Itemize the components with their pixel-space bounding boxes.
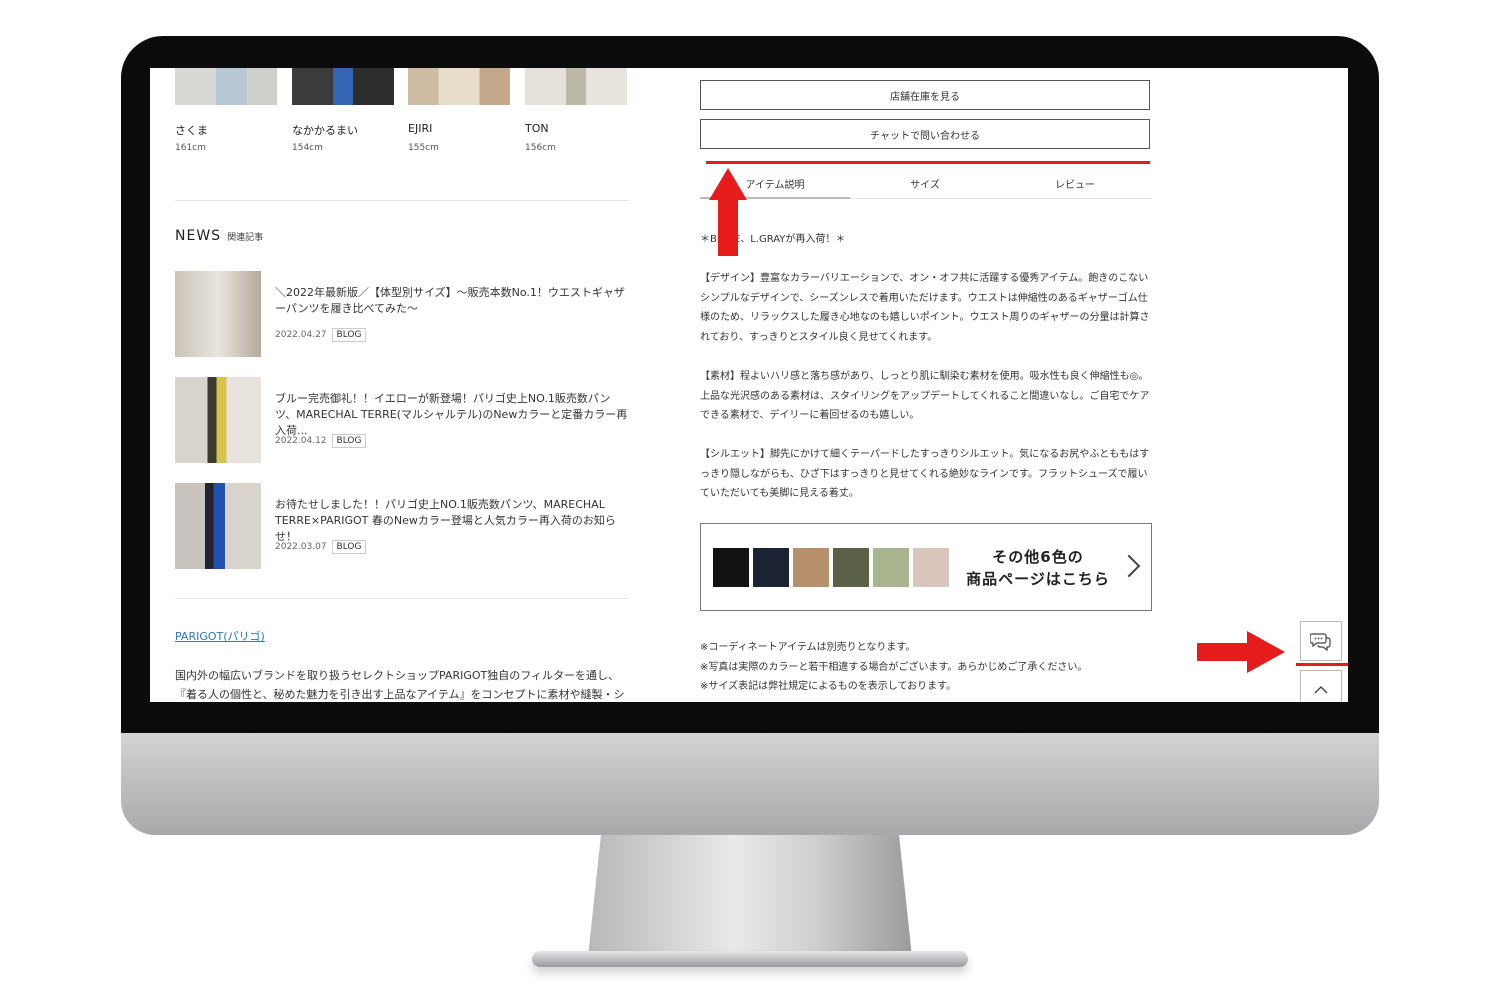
article-title[interactable]: ＼2022年最新版／【体型別サイズ】〜販売本数No.1！ウエストギャザーパンツを… bbox=[275, 285, 630, 317]
product-tabs: アイテム説明 サイズ レビュー bbox=[700, 168, 1152, 199]
divider bbox=[175, 200, 628, 201]
model-photo bbox=[408, 68, 510, 105]
chat-bubbles-icon bbox=[1310, 633, 1331, 651]
article-date: 2022.04.12 bbox=[275, 436, 327, 446]
tab-review[interactable]: レビュー bbox=[1000, 176, 1150, 191]
notes: ※コーディネートアイテムは別売りとなります。 ※写真は実際のカラーと若干相違する… bbox=[700, 638, 1160, 697]
highlight-underline bbox=[1296, 663, 1348, 666]
color-swatch bbox=[913, 548, 949, 587]
model-height: 154cm bbox=[292, 143, 323, 153]
article-thumbnail bbox=[175, 377, 261, 463]
article-meta: 2022.04.12 BLOG bbox=[275, 434, 367, 448]
news-heading: NEWS 関連記事 bbox=[175, 228, 263, 244]
news-article[interactable]: ブルー完売御礼！！イエローが新登場！パリゴ史上NO.1販売数パンツ、MARECH… bbox=[175, 377, 635, 465]
brand-link[interactable]: PARIGOT(パリゴ) bbox=[175, 628, 265, 644]
description-material: 【素材】程よいハリ感と落ち感があり、しっとり肌に馴染む素材を使用。吸水性も良く伸… bbox=[700, 371, 1150, 421]
other-colors-line2: 商品ページはこちら bbox=[966, 570, 1110, 588]
store-stock-button[interactable]: 店舗在庫を見る bbox=[700, 80, 1150, 110]
other-colors-text: その他6色の 商品ページはこちら bbox=[959, 546, 1117, 590]
tab-label: サイズ bbox=[910, 180, 940, 191]
color-swatch bbox=[833, 548, 869, 587]
model-card[interactable]: なかかるまい 154cm bbox=[292, 68, 394, 153]
tab-size[interactable]: サイズ bbox=[850, 176, 1000, 191]
webpage-screen: さくま 161cm なかかるまい 154cm EJIRI 155cm TON 1… bbox=[150, 68, 1348, 702]
article-thumbnail bbox=[175, 271, 261, 357]
model-height: 161cm bbox=[175, 143, 206, 153]
note-item: ※コーディネートアイテムは別売りとなります。 bbox=[700, 642, 916, 653]
article-date: 2022.03.07 bbox=[275, 542, 327, 552]
model-card[interactable]: EJIRI 155cm bbox=[408, 68, 510, 153]
page-top-button[interactable] bbox=[1300, 670, 1342, 702]
article-tag[interactable]: BLOG bbox=[331, 434, 367, 448]
news-subtitle: 関連記事 bbox=[227, 233, 264, 243]
model-photo bbox=[525, 68, 627, 105]
description-silhouette: 【シルエット】脚先にかけて細くテーパードしたすっきりシルエット。気になるお尻やふ… bbox=[700, 449, 1150, 499]
news-article[interactable]: お待たせしました！！パリゴ史上NO.1販売数パンツ、MARECHAL TERRE… bbox=[175, 483, 635, 571]
color-swatch bbox=[753, 548, 789, 587]
color-swatch bbox=[873, 548, 909, 587]
monitor-stand-foot bbox=[532, 951, 968, 967]
article-meta: 2022.04.27 BLOG bbox=[275, 328, 367, 342]
color-swatch bbox=[713, 548, 749, 587]
chevron-right-icon bbox=[1117, 554, 1141, 578]
tab-label: アイテム説明 bbox=[745, 180, 805, 191]
news-title: NEWS bbox=[175, 228, 222, 244]
model-name: さくま bbox=[175, 124, 208, 137]
article-tag[interactable]: BLOG bbox=[331, 328, 367, 342]
article-thumbnail bbox=[175, 483, 261, 569]
monitor-chin bbox=[121, 733, 1379, 835]
news-article[interactable]: ＼2022年最新版／【体型別サイズ】〜販売本数No.1！ウエストギャザーパンツを… bbox=[175, 271, 635, 359]
model-name: TON bbox=[525, 122, 549, 135]
tab-label: レビュー bbox=[1055, 180, 1095, 191]
article-tag[interactable]: BLOG bbox=[331, 540, 367, 554]
note-item: ※サイズ表記は弊社規定によるものを表示しております。 bbox=[700, 681, 957, 692]
model-photo bbox=[292, 68, 394, 105]
color-swatch bbox=[793, 548, 829, 587]
divider bbox=[175, 598, 628, 599]
article-title[interactable]: お待たせしました！！パリゴ史上NO.1販売数パンツ、MARECHAL TERRE… bbox=[275, 497, 630, 545]
model-photo bbox=[175, 68, 277, 105]
model-height: 156cm bbox=[525, 143, 556, 153]
highlight-underline bbox=[706, 161, 1150, 164]
model-name: なかかるまい bbox=[292, 124, 358, 137]
restock-notice: ＊BEIGE、L.GRAYが再入荷！＊ bbox=[700, 234, 846, 245]
model-name: EJIRI bbox=[408, 122, 433, 135]
note-item: ※写真は実際のカラーと若干相違する場合がございます。あらかじめご了承ください。 bbox=[700, 661, 1088, 673]
model-height: 155cm bbox=[408, 143, 439, 153]
chevron-up-icon bbox=[1314, 686, 1328, 694]
monitor-stand-neck bbox=[588, 835, 912, 957]
other-colors-banner[interactable]: その他6色の 商品ページはこちら bbox=[700, 523, 1152, 611]
description-design: 【デザイン】豊富なカラーバリエーションで、オン・オフ共に活躍する優秀アイテム。飽… bbox=[700, 273, 1150, 343]
annotation-arrow-up bbox=[709, 168, 747, 256]
model-card[interactable]: TON 156cm bbox=[525, 68, 627, 153]
article-meta: 2022.03.07 BLOG bbox=[275, 540, 367, 554]
article-title[interactable]: ブルー完売御礼！！イエローが新登場！パリゴ史上NO.1販売数パンツ、MARECH… bbox=[275, 391, 630, 439]
chat-inquiry-button[interactable]: チャットで問い合わせる bbox=[700, 119, 1150, 149]
brand-description: 国内外の幅広いブランドを取り扱うセレクトショップPARIGOT独自のフィルターを… bbox=[175, 669, 625, 701]
other-colors-line1: その他6色の bbox=[992, 548, 1084, 566]
chat-floating-button[interactable] bbox=[1300, 621, 1342, 661]
article-date: 2022.04.27 bbox=[275, 330, 327, 340]
model-card[interactable]: さくま 161cm bbox=[175, 68, 277, 153]
annotation-arrow-right bbox=[1197, 631, 1285, 673]
